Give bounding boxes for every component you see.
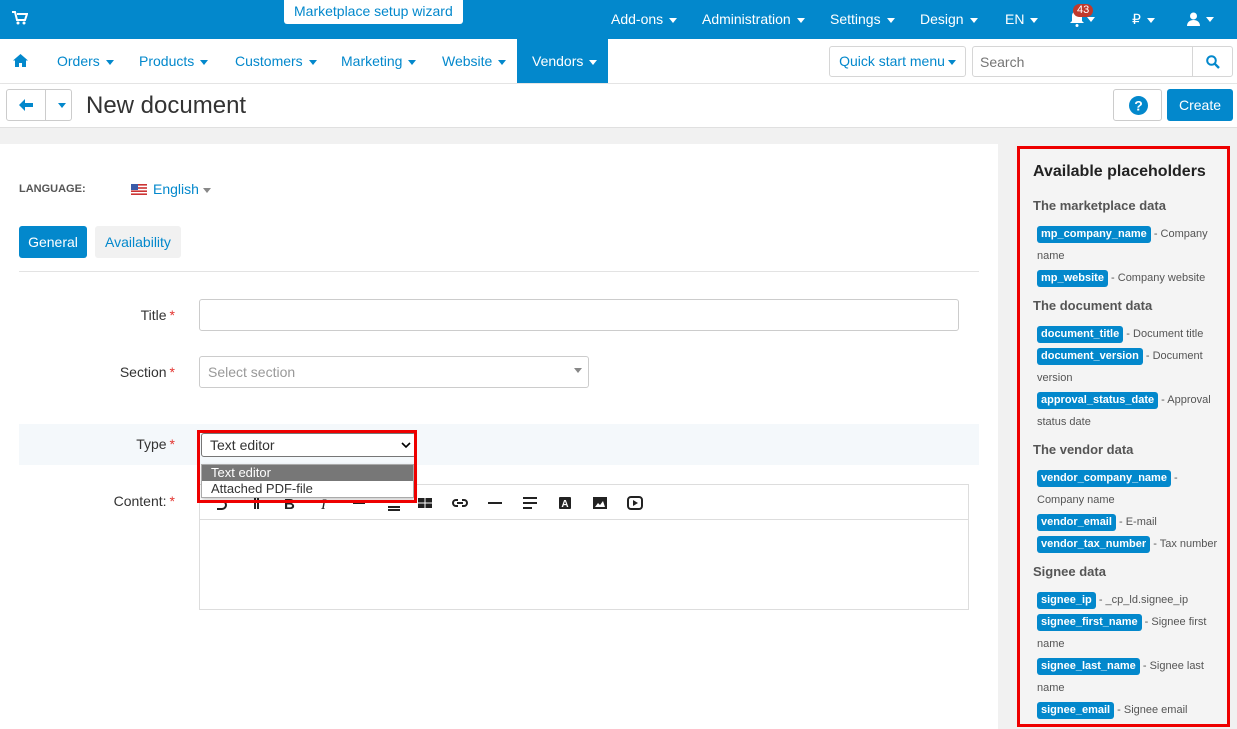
menu-design-label: Design	[920, 11, 964, 27]
nav-vendors-label: Vendors	[532, 53, 584, 69]
back-button[interactable]	[6, 89, 46, 121]
setup-wizard-button[interactable]: Marketplace setup wizard	[284, 0, 463, 24]
svg-text:?: ?	[1134, 98, 1143, 114]
title-label: Title *	[15, 307, 175, 323]
chevron-down-icon	[796, 17, 805, 23]
title-label-text: Title	[140, 307, 167, 323]
currency-label: ₽	[1132, 11, 1141, 27]
nav-orders-label: Orders	[57, 53, 100, 69]
chevron-down-icon	[1146, 17, 1155, 23]
chevron-down-icon	[574, 368, 582, 373]
required-mark: *	[169, 364, 175, 380]
tab-availability[interactable]: Availability	[95, 226, 181, 258]
tab-general[interactable]: General	[19, 226, 87, 258]
section-label-text: Section	[119, 364, 167, 380]
home-icon[interactable]	[13, 54, 28, 67]
search-button[interactable]	[1192, 46, 1233, 77]
chevron-down-icon	[589, 59, 598, 65]
required-mark: *	[169, 307, 175, 323]
nav-customers[interactable]: Customers	[235, 39, 317, 83]
font-color-icon[interactable]: A	[556, 494, 574, 512]
back-dropdown-button[interactable]	[45, 89, 72, 121]
nav-website[interactable]: Website	[442, 39, 507, 83]
content-label-text: Content:	[113, 493, 167, 509]
nav-products[interactable]: Products	[139, 39, 209, 83]
chevron-down-icon	[308, 59, 317, 65]
menu-language-label: EN	[1005, 11, 1025, 27]
chevron-down-icon	[947, 59, 956, 65]
section-select[interactable]: Select section	[199, 356, 589, 388]
menu-administration-label: Administration	[702, 11, 791, 27]
menu-design[interactable]: Design	[920, 11, 978, 27]
title-input[interactable]	[199, 299, 959, 331]
video-icon[interactable]	[626, 494, 644, 512]
table-icon[interactable]	[416, 494, 434, 512]
link-icon[interactable]	[451, 494, 469, 512]
chevron-down-icon	[1030, 17, 1039, 23]
search-icon	[1206, 55, 1220, 69]
menu-addons-label: Add-ons	[611, 11, 664, 27]
nav-orders[interactable]: Orders	[57, 39, 114, 83]
chevron-down-icon	[969, 17, 978, 23]
chevron-down-icon	[105, 59, 114, 65]
quick-start-label: Quick start menu	[839, 53, 945, 69]
main-nav: Orders Products Customers Marketing Webs…	[0, 39, 1237, 84]
search-input[interactable]	[972, 46, 1193, 77]
menu-administration[interactable]: Administration	[702, 11, 805, 27]
chevron-down-icon	[886, 17, 895, 23]
highlight-box-placeholders	[1017, 146, 1230, 727]
section-label: Section *	[15, 364, 175, 380]
horizontal-line-icon[interactable]	[486, 494, 504, 512]
required-mark: *	[169, 493, 175, 509]
chevron-down-icon	[202, 187, 211, 193]
image-icon[interactable]	[591, 494, 609, 512]
quick-start-menu-button[interactable]: Quick start menu	[829, 46, 966, 77]
us-flag-icon	[131, 184, 147, 195]
chevron-down-icon	[408, 59, 417, 65]
required-mark: *	[169, 436, 175, 452]
svg-text:A: A	[561, 499, 568, 510]
content-editor[interactable]	[199, 519, 969, 610]
create-button[interactable]: Create	[1167, 89, 1233, 121]
menu-settings-label: Settings	[830, 11, 881, 27]
divider	[19, 271, 979, 272]
nav-vendors[interactable]: Vendors	[517, 39, 608, 83]
notifications-badge: 43	[1073, 4, 1094, 17]
menu-settings[interactable]: Settings	[830, 11, 895, 27]
language-value: English	[153, 181, 199, 197]
nav-products-label: Products	[139, 53, 195, 69]
content-label: Content: *	[15, 493, 175, 509]
user-icon	[1187, 12, 1200, 27]
nav-marketing-label: Marketing	[341, 53, 403, 69]
type-label-text: Type	[136, 436, 167, 452]
help-button[interactable]: ?	[1113, 89, 1162, 121]
chevron-down-icon	[200, 59, 209, 65]
chevron-down-icon	[1206, 16, 1214, 22]
chevron-down-icon	[58, 103, 66, 108]
user-menu[interactable]	[1187, 10, 1214, 27]
language-label: LANGUAGE:	[19, 183, 86, 195]
chevron-down-icon	[669, 17, 678, 23]
chevron-down-icon	[1087, 16, 1095, 22]
section-placeholder: Select section	[208, 364, 296, 380]
top-bar: Marketplace setup wizard Add-ons Adminis…	[0, 0, 1237, 39]
title-bar: New document ? Create	[0, 84, 1237, 128]
highlight-box-type	[197, 430, 417, 503]
cart-icon[interactable]	[12, 11, 28, 25]
question-icon: ?	[1129, 96, 1148, 115]
chevron-down-icon	[498, 59, 507, 65]
menu-addons[interactable]: Add-ons	[611, 11, 678, 27]
type-label: Type *	[15, 436, 175, 452]
align-icon[interactable]	[521, 494, 539, 512]
page-title: New document	[86, 92, 247, 119]
nav-customers-label: Customers	[235, 53, 303, 69]
language-selector[interactable]: English	[131, 181, 211, 197]
arrow-left-icon	[19, 99, 33, 111]
nav-marketing[interactable]: Marketing	[341, 39, 417, 83]
menu-currency[interactable]: ₽	[1132, 11, 1155, 28]
menu-language[interactable]: EN	[1005, 11, 1039, 27]
nav-website-label: Website	[442, 53, 493, 69]
